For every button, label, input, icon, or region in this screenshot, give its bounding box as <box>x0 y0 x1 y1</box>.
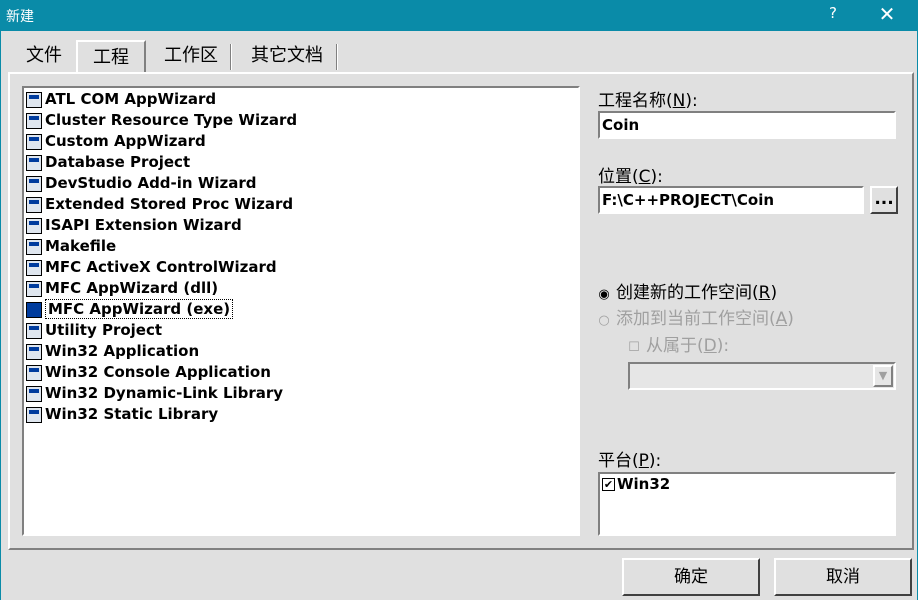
browse-button[interactable]: ... <box>870 186 898 214</box>
cancel-button[interactable]: 取消 <box>774 558 912 596</box>
list-item[interactable]: Makefile <box>24 236 116 257</box>
ok-button[interactable]: 确定 <box>622 558 760 596</box>
list-item[interactable]: ATL COM AppWizard <box>24 89 216 110</box>
tab-workspaces[interactable]: 工作区 <box>152 40 230 72</box>
location-label: 位置(C): <box>598 167 663 187</box>
addin-wizard-icon <box>26 175 42 192</box>
static-lib-icon <box>26 406 42 423</box>
project-type-list[interactable]: ATL COM AppWizard Cluster Resource Type … <box>22 86 580 536</box>
activex-icon <box>26 259 42 276</box>
tab-files[interactable]: 文件 <box>12 40 76 72</box>
list-item[interactable]: Win32 Application <box>24 341 199 362</box>
win32-app-icon <box>26 343 42 360</box>
list-item[interactable]: Cluster Resource Type Wizard <box>24 110 297 131</box>
tab-projects[interactable]: 工程 <box>76 40 146 72</box>
mfc-exe-icon <box>26 301 42 318</box>
cluster-wizard-icon <box>26 112 42 129</box>
globe-icon <box>26 217 42 234</box>
create-workspace-radio[interactable]: ◉ 创建新的工作空间(R) <box>598 278 777 303</box>
add-to-workspace-radio: ○ 添加到当前工作空间(A) <box>598 309 794 329</box>
list-item[interactable]: Win32 Static Library <box>24 404 218 425</box>
location-input[interactable]: F:\C++PROJECT\Coin <box>598 186 864 214</box>
dependency-checkbox: ☐ 从属于(D): <box>628 336 730 356</box>
radio-checked-icon: ◉ <box>598 287 610 302</box>
list-item[interactable]: MFC AppWizard (dll) <box>24 278 218 299</box>
list-item[interactable]: ISAPI Extension Wizard <box>24 215 242 236</box>
console-icon <box>26 364 42 381</box>
checkbox-unchecked-icon: ☐ <box>628 340 640 355</box>
tab-separator <box>336 44 338 70</box>
radio-unchecked-icon: ○ <box>598 313 610 328</box>
database-icon <box>26 154 42 171</box>
title-bar: 新建 ? ✕ <box>0 0 918 31</box>
chevron-down-icon: ▼ <box>873 365 893 387</box>
close-button[interactable]: ✕ <box>876 2 898 26</box>
platform-label: 平台(P): <box>598 451 662 471</box>
list-item[interactable]: DevStudio Add-in Wizard <box>24 173 257 194</box>
tab-other-documents[interactable]: 其它文档 <box>238 40 336 72</box>
list-item[interactable]: Custom AppWizard <box>24 131 206 152</box>
list-item[interactable]: MFC ActiveX ControlWizard <box>24 257 277 278</box>
checkbox-checked-icon: ✔ <box>602 478 615 491</box>
platform-item[interactable]: ✔ Win32 <box>602 475 670 493</box>
list-item[interactable]: Database Project <box>24 152 190 173</box>
tab-separator <box>230 44 232 70</box>
help-button[interactable]: ? <box>826 4 840 22</box>
platform-list[interactable]: ✔ Win32 <box>598 472 896 536</box>
atl-wizard-icon <box>26 91 42 108</box>
list-item[interactable]: Win32 Dynamic-Link Library <box>24 383 283 404</box>
mfc-dll-icon <box>26 280 42 297</box>
list-item[interactable]: Extended Stored Proc Wizard <box>24 194 293 215</box>
dll-icon <box>26 385 42 402</box>
list-item[interactable]: Win32 Console Application <box>24 362 271 383</box>
dependency-dropdown: ▼ <box>628 362 896 390</box>
list-item[interactable]: Utility Project <box>24 320 162 341</box>
project-name-input[interactable]: Coin <box>598 111 896 139</box>
makefile-icon <box>26 238 42 255</box>
stored-proc-icon <box>26 196 42 213</box>
project-name-label: 工程名称(N): <box>598 91 698 111</box>
utility-icon <box>26 322 42 339</box>
custom-wizard-icon <box>26 133 42 150</box>
window-title: 新建 <box>6 9 34 25</box>
list-item[interactable]: MFC AppWizard (exe) <box>24 299 234 320</box>
